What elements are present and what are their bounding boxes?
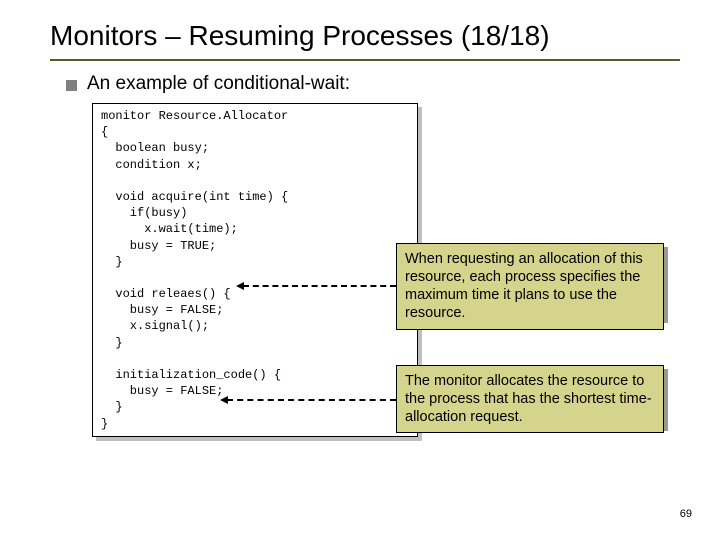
arrow-to-wait [243,285,396,287]
title-underline [50,59,680,61]
page-number: 69 [680,508,692,520]
bullet-square-icon [66,80,77,91]
callout-acquire: When requesting an allocation of this re… [396,243,664,330]
arrow-to-signal [227,399,396,401]
slide-title: Monitors – Resuming Processes (18/18) [50,18,680,53]
code-block: monitor Resource.Allocator { boolean bus… [92,103,418,437]
bullet-item: An example of conditional-wait: [66,73,680,95]
bullet-text: An example of conditional-wait: [87,73,350,95]
callout-release: The monitor allocates the resource to th… [396,365,664,433]
code-content: monitor Resource.Allocator { boolean bus… [92,103,418,437]
